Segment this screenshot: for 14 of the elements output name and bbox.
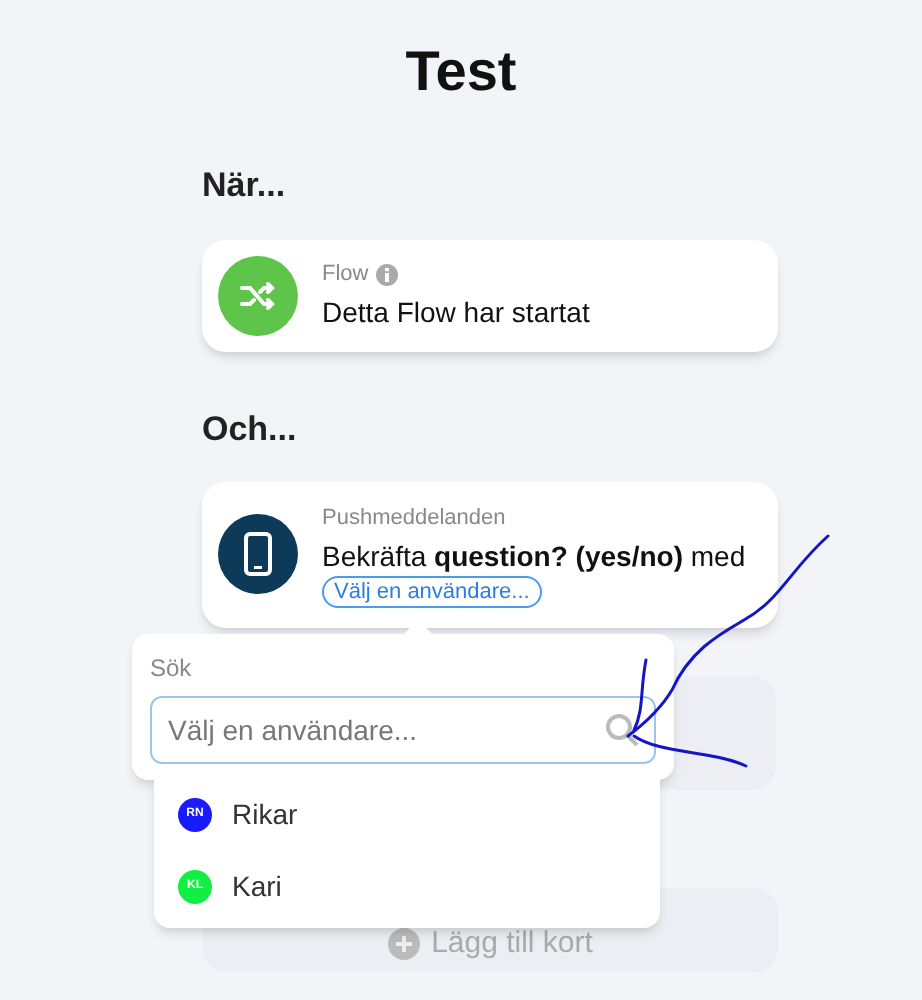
user-name[interactable]: Rikar <box>232 794 298 836</box>
page-title: Test <box>403 44 519 100</box>
section-heading: När... <box>202 164 288 208</box>
search-icon <box>604 712 640 748</box>
phone-icon <box>244 532 272 577</box>
card-category: Flow <box>322 260 369 291</box>
search-field[interactable]: Välj en användare... <box>150 696 656 764</box>
card-category: Pushmeddelanden <box>322 504 506 534</box>
plus-icon <box>387 928 420 960</box>
card-text: Detta Flow har startat <box>322 293 590 332</box>
user-chip[interactable]: Välj en användare... <box>322 575 542 607</box>
card-text: Bekräfta question? (yes/no) med <box>322 537 746 575</box>
search-label: Sök <box>150 652 192 686</box>
section-heading: Och... <box>202 407 299 451</box>
